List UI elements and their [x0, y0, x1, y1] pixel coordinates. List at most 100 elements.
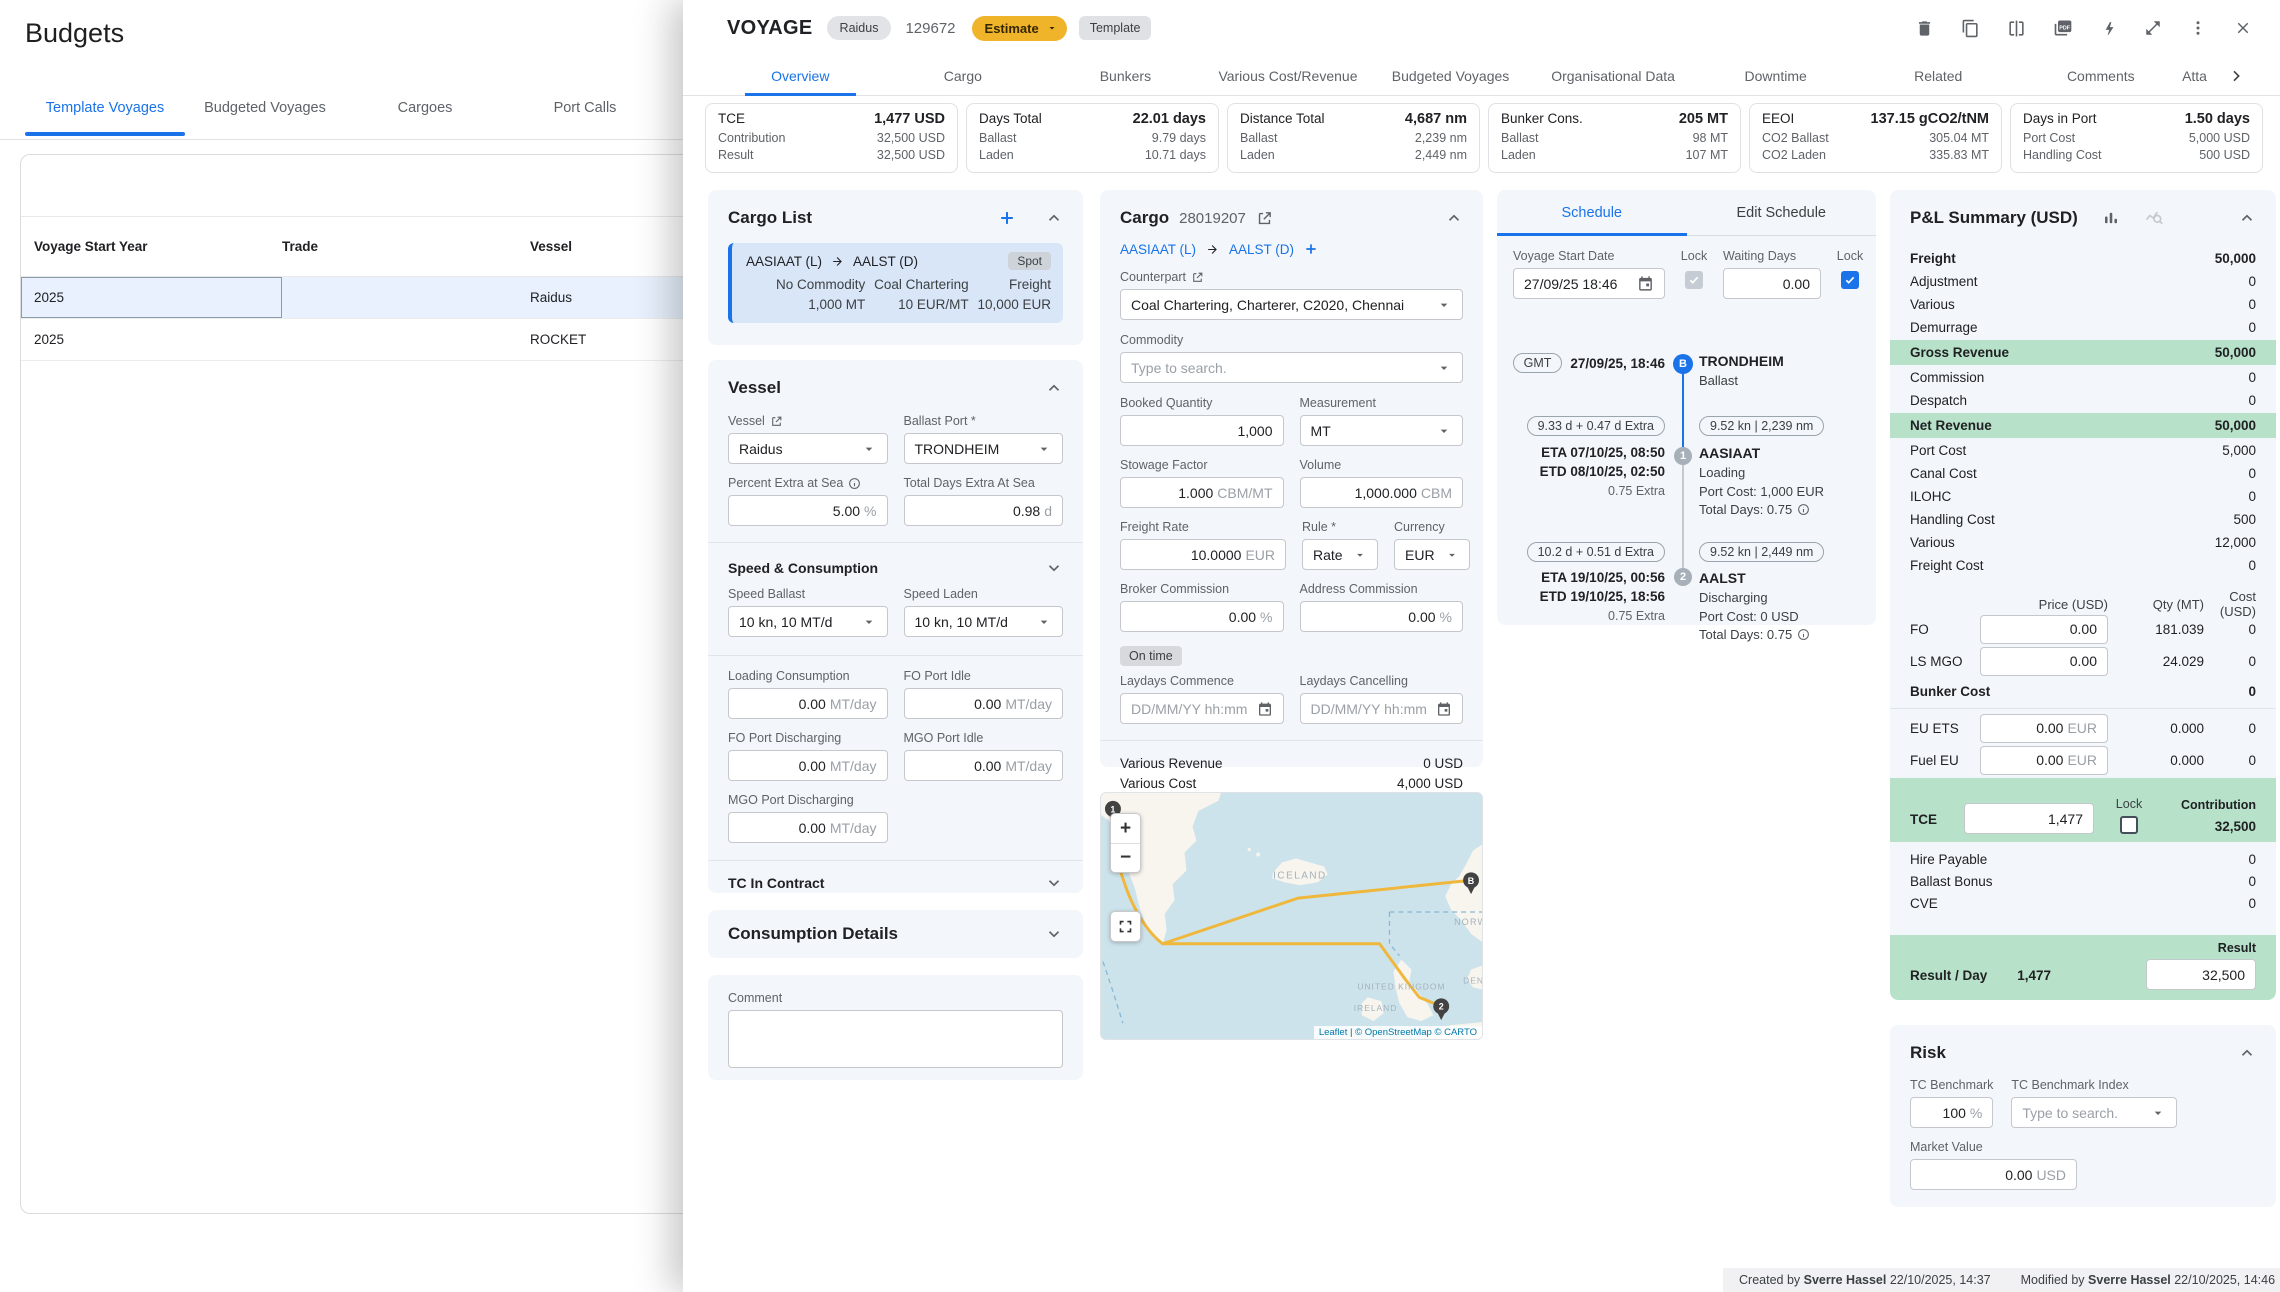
volume-input[interactable]: 1,000.000CBM	[1300, 477, 1464, 508]
fueleu-price-input[interactable]: 0.00EUR	[1980, 746, 2108, 775]
loading-consumption-input[interactable]: 0.00MT/day	[728, 688, 888, 719]
timeline-node-ballast[interactable]: B	[1673, 354, 1693, 374]
timeline-node-port1[interactable]: 1	[1674, 447, 1692, 465]
tab-various-cost-revenue[interactable]: Various Cost/Revenue	[1207, 56, 1370, 95]
map-zoom-out-button[interactable]: −	[1111, 843, 1140, 872]
broker-commission-input[interactable]: 0.00%	[1120, 601, 1284, 632]
tce-lock-checkbox[interactable]	[2120, 816, 2138, 834]
pdf-icon[interactable]: PDF	[2053, 18, 2073, 38]
timeline-node-port2[interactable]: 2	[1674, 568, 1692, 586]
voyage-start-date-input[interactable]: 27/09/25 18:46	[1513, 268, 1665, 299]
tab-edit-schedule[interactable]: Edit Schedule	[1687, 190, 1877, 235]
tab-bunkers[interactable]: Bunkers	[1044, 56, 1207, 95]
tab-organisational-data[interactable]: Organisational Data	[1532, 56, 1695, 95]
cell-trade[interactable]	[282, 277, 530, 318]
mgo-port-idle-input[interactable]: 0.00MT/day	[904, 750, 1064, 781]
column-header-voyage-start-year[interactable]: Voyage Start Year	[21, 217, 282, 276]
collapse-pnl-icon[interactable]	[2238, 209, 2256, 227]
measurement-select[interactable]: MT	[1300, 415, 1464, 446]
collapse-cargo-icon[interactable]	[1445, 209, 1463, 227]
leaflet-link[interactable]: Leaflet	[1319, 1027, 1348, 1038]
add-cargo-icon[interactable]	[997, 208, 1017, 228]
cell-year[interactable]: 2025	[21, 319, 282, 360]
estimate-dropdown-button[interactable]: Estimate	[972, 16, 1067, 41]
collapse-cargo-list-icon[interactable]	[1045, 209, 1063, 227]
tab-overview[interactable]: Overview	[719, 56, 882, 95]
cargo-list-item[interactable]: AASIAAT (L) AALST (D) Spot No Commodity …	[728, 243, 1063, 323]
vessel-select[interactable]: Raidus	[728, 433, 888, 464]
cell-trade[interactable]	[282, 319, 530, 360]
duplicate-icon[interactable]	[1961, 19, 1980, 38]
destination-port-link[interactable]: AALST (D)	[1229, 242, 1294, 257]
result-input[interactable]: 32,500	[2146, 959, 2256, 990]
calendar-icon[interactable]	[1257, 701, 1273, 717]
speed-laden-select[interactable]: 10 kn, 10 MT/d	[904, 606, 1064, 637]
open-counterpart-icon[interactable]	[1191, 271, 1204, 284]
column-header-trade[interactable]: Trade	[282, 217, 530, 276]
expand-tc-icon[interactable]	[1045, 874, 1063, 892]
tab-schedule[interactable]: Schedule	[1497, 190, 1687, 235]
open-cargo-icon[interactable]	[1256, 210, 1273, 227]
percent-extra-input[interactable]: 5.00%	[728, 495, 888, 526]
tab-port-calls[interactable]: Port Calls	[505, 92, 665, 136]
waiting-days-lock-checkbox[interactable]	[1841, 271, 1859, 289]
laydays-commence-input[interactable]: DD/MM/YY hh:mm	[1120, 693, 1284, 724]
info-icon[interactable]	[848, 477, 861, 490]
counterpart-select[interactable]: Coal Chartering, Charterer, C2020, Chenn…	[1120, 289, 1463, 320]
booked-quantity-input[interactable]: 1,000	[1120, 415, 1284, 446]
tab-comments[interactable]: Comments	[2020, 56, 2183, 95]
flip-compare-icon[interactable]	[2007, 19, 2026, 38]
line-chart-search-icon[interactable]	[2144, 208, 2164, 228]
comment-input[interactable]	[728, 1010, 1063, 1068]
map-fullscreen-button[interactable]	[1110, 911, 1141, 942]
add-port-icon[interactable]	[1303, 241, 1319, 257]
expand-icon[interactable]	[2144, 19, 2162, 37]
delete-icon[interactable]	[1915, 19, 1934, 38]
open-vessel-icon[interactable]	[770, 415, 783, 428]
bar-chart-icon[interactable]	[2102, 209, 2120, 227]
route-map[interactable]: ICELAND NORWAY UNITED KINGDOM IRELAND DE…	[1100, 792, 1483, 1040]
lsmgo-price-input[interactable]: 0.00	[1980, 647, 2108, 676]
euets-price-input[interactable]: 0.00EUR	[1980, 714, 2108, 743]
osm-link[interactable]: © OpenStreetMap	[1355, 1027, 1432, 1038]
freight-rate-input[interactable]: 10.0000EUR	[1120, 539, 1286, 570]
currency-select[interactable]: EUR	[1394, 539, 1470, 570]
mgo-port-discharging-input[interactable]: 0.00MT/day	[728, 812, 888, 843]
tc-benchmark-input[interactable]: 100%	[1910, 1097, 1993, 1128]
tab-budgeted-voyages[interactable]: Budgeted Voyages	[185, 92, 345, 136]
tce-input[interactable]: 1,477	[1964, 803, 2094, 834]
collapse-vessel-icon[interactable]	[1045, 379, 1063, 397]
cell-year[interactable]: 2025	[21, 277, 282, 318]
commodity-select[interactable]: Type to search.	[1120, 352, 1463, 383]
tab-related[interactable]: Related	[1857, 56, 2020, 95]
origin-port-link[interactable]: AASIAAT (L)	[1120, 242, 1196, 257]
collapse-risk-icon[interactable]	[2238, 1044, 2256, 1062]
carto-link[interactable]: © CARTO	[1434, 1027, 1477, 1038]
start-date-lock-checkbox[interactable]	[1685, 271, 1703, 289]
fo-price-input[interactable]: 0.00	[1980, 615, 2108, 644]
speed-ballast-select[interactable]: 10 kn, 10 MT/d	[728, 606, 888, 637]
info-icon[interactable]	[1797, 628, 1810, 641]
laydays-cancelling-input[interactable]: DD/MM/YY hh:mm	[1300, 693, 1464, 724]
tabs-scroll-right-icon[interactable]	[2228, 56, 2254, 95]
tab-attachments[interactable]: Atta	[2182, 56, 2228, 95]
expand-speed-icon[interactable]	[1045, 559, 1063, 577]
tc-benchmark-index-select[interactable]: Type to search.	[2011, 1097, 2177, 1128]
tab-cargoes[interactable]: Cargoes	[345, 92, 505, 136]
tab-template-voyages[interactable]: Template Voyages	[25, 92, 185, 136]
ballast-port-select[interactable]: TRONDHEIM	[904, 433, 1064, 464]
more-options-icon[interactable]	[2189, 19, 2207, 37]
info-icon[interactable]	[1797, 503, 1810, 516]
map-zoom-in-button[interactable]: +	[1111, 814, 1140, 843]
waiting-days-input[interactable]: 0.00	[1723, 268, 1821, 299]
address-commission-input[interactable]: 0.00%	[1300, 601, 1464, 632]
lightning-icon[interactable]	[2100, 19, 2117, 38]
fo-port-idle-input[interactable]: 0.00MT/day	[904, 688, 1064, 719]
days-extra-input[interactable]: 0.98d	[904, 495, 1064, 526]
tab-downtime[interactable]: Downtime	[1694, 56, 1857, 95]
fo-port-discharging-input[interactable]: 0.00MT/day	[728, 750, 888, 781]
tab-budgeted-voyages[interactable]: Budgeted Voyages	[1369, 56, 1532, 95]
calendar-icon[interactable]	[1637, 275, 1654, 292]
calendar-icon[interactable]	[1436, 701, 1452, 717]
tab-cargo[interactable]: Cargo	[882, 56, 1045, 95]
